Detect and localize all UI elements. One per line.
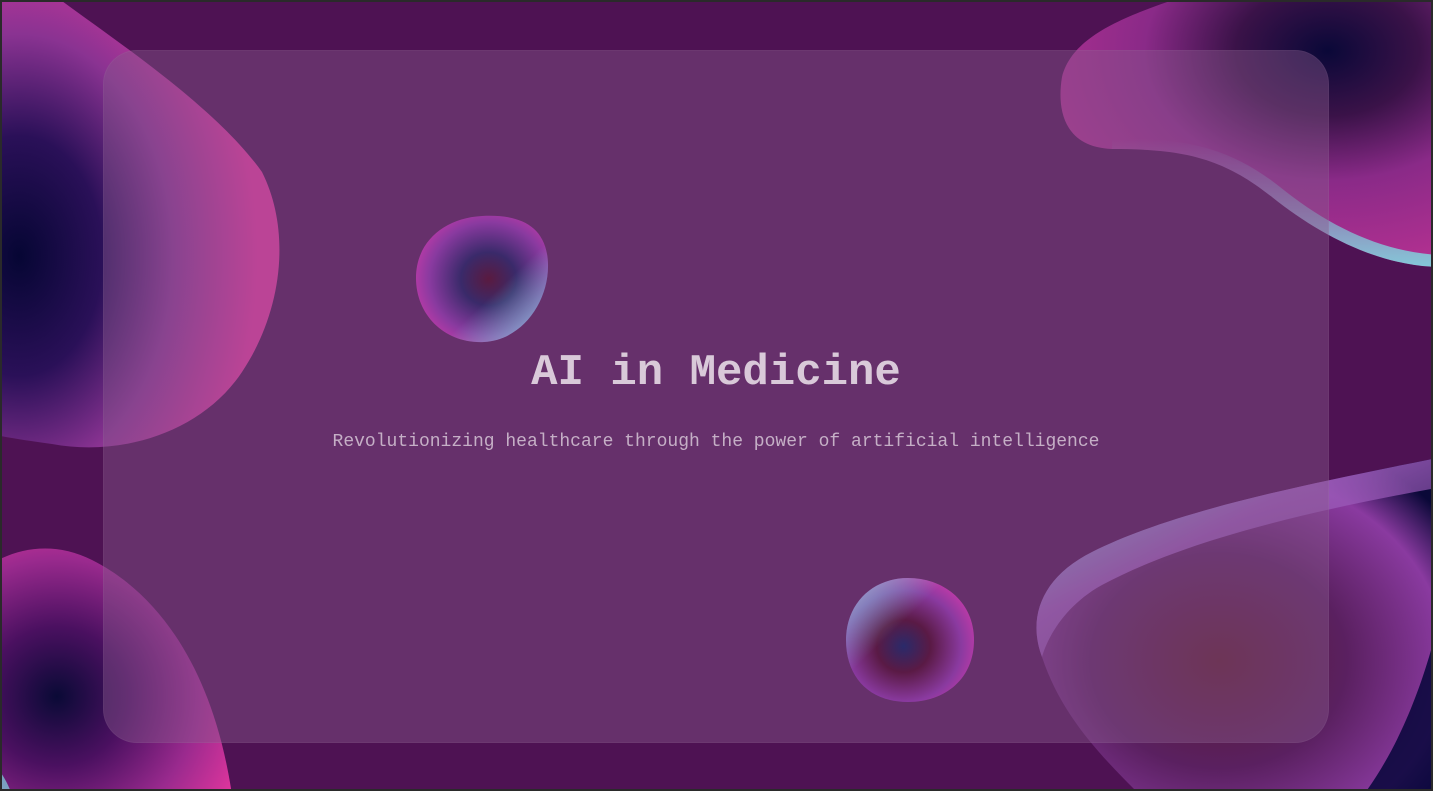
slide-title: AI in Medicine (531, 348, 901, 398)
slide-subtitle: Revolutionizing healthcare through the p… (332, 432, 1100, 452)
slide-canvas: AI in Medicine Revolutionizing healthcar… (2, 2, 1431, 789)
hero-content: AI in Medicine Revolutionizing healthcar… (103, 50, 1329, 743)
